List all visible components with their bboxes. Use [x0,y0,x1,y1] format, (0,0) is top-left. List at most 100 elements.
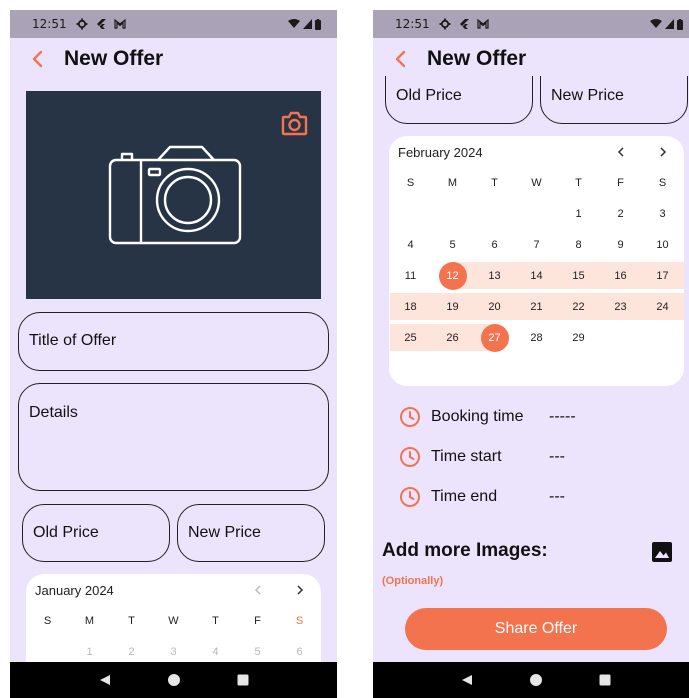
calendar-day[interactable]: 24 [642,291,684,322]
image-icon[interactable] [651,541,673,563]
old-price-input[interactable]: Old Price [22,504,170,562]
day-number: 18 [404,300,417,313]
day-number: W [531,176,542,189]
optional-note: (Optionally) [382,575,444,587]
day-number: W [168,614,179,627]
calendar-day[interactable]: 14 [516,260,558,291]
calendar: February 2024 S M T W T F S 1 2 3 4 5 6 7 8 9 10 11 12 13 14… [389,136,684,386]
calendar-day[interactable]: 21 [516,291,558,322]
nav-home-icon[interactable] [529,674,542,686]
time-start-label: Time start [431,448,502,465]
title-input[interactable]: Title of Offer [18,312,329,371]
calendar-day[interactable]: 17 [642,260,684,291]
page-title: New Offer [427,47,527,70]
nav-home-icon[interactable] [167,674,180,686]
old-price-input[interactable]: Old Price [385,76,533,124]
chevron-right-icon [297,585,304,595]
chevron-right-icon [660,147,667,157]
calendar-day[interactable]: 2 [600,198,642,229]
app-bar: New Offer [373,42,689,76]
back-button[interactable] [381,42,421,76]
day-number: 12 [438,261,467,290]
system-nav-bar [373,662,689,698]
calendar-day[interactable]: 20 [474,291,516,322]
nav-back-icon[interactable] [99,674,111,686]
booking-time-row[interactable]: Booking time ----- [399,406,576,428]
weekday-label: T [558,167,600,198]
day-number: S [658,176,667,189]
day-number: 4 [212,645,219,658]
calendar-day[interactable]: 19 [432,291,474,322]
clock-icon [400,447,420,467]
calendar-day[interactable]: 15 [558,260,600,291]
weekday-label: F [237,605,279,636]
time-start-row[interactable]: Time start --- [399,446,565,468]
camera-icon[interactable] [281,111,308,136]
day-number: 25 [404,331,417,344]
settings-icon [76,18,88,30]
calendar-day[interactable]: 11 [390,260,432,291]
wifi-icon [650,19,662,28]
calendar-day[interactable]: 8 [558,229,600,260]
calendar-day[interactable]: 26 [432,322,474,353]
calendar-day-selected[interactable]: 12 [432,260,474,291]
calendar-day[interactable]: 4 [390,229,432,260]
day-number: S [43,614,52,627]
calendar-day[interactable]: 3 [642,198,684,229]
calendar-day[interactable]: 13 [474,260,516,291]
nav-back-icon[interactable] [461,674,473,686]
day-number: 1 [86,645,93,658]
calendar-day[interactable]: 10 [642,229,684,260]
calendar-day[interactable]: 9 [600,229,642,260]
day-number: 13 [488,269,501,282]
back-button[interactable] [18,42,58,76]
time-end-label: Time end [431,488,498,505]
offer-image-picker[interactable] [26,91,321,299]
day-number: 6 [491,238,498,251]
weekday-label: S [390,167,432,198]
status-bar: 12:51 [10,10,337,38]
calendar-day [600,322,642,353]
calendar-day[interactable]: 18 [390,291,432,322]
day-number: S [406,176,415,189]
calendar-day[interactable]: 28 [516,322,558,353]
gmail-icon [113,18,126,29]
day-number: S [295,614,304,627]
old-price-placeholder: Old Price [396,87,462,104]
day-number: 2 [128,645,135,658]
prev-month-button[interactable] [611,144,631,160]
calendar-day[interactable]: 16 [600,260,642,291]
calendar-day[interactable]: 7 [516,229,558,260]
new-price-input[interactable]: New Price [177,504,325,562]
next-month-button[interactable] [290,582,310,598]
weekday-label: W [153,605,195,636]
calendar-day[interactable]: 22 [558,291,600,322]
signal-icon [303,19,312,29]
next-month-button[interactable] [653,144,673,160]
nav-recents-icon[interactable] [237,674,249,686]
clock-icon [400,487,420,507]
day-number: M [84,614,95,627]
calendar-day[interactable]: 6 [474,229,516,260]
booking-time-value: ----- [549,408,576,425]
calendar-header: January 2024 [26,574,321,606]
back-arrow-icon [32,50,43,68]
weekday-label: T [474,167,516,198]
calendar-day[interactable]: 1 [558,198,600,229]
calendar-day[interactable]: 5 [432,229,474,260]
calendar-day[interactable]: 25 [390,322,432,353]
prev-month-button[interactable] [248,582,268,598]
day-number: 5 [449,238,456,251]
nav-recents-icon[interactable] [599,674,611,686]
time-end-row[interactable]: Time end --- [399,486,565,508]
calendar-week-row: 4 5 6 7 8 9 10 [389,229,684,260]
calendar-day [432,198,474,229]
calendar-day[interactable]: 23 [600,291,642,322]
calendar-day[interactable]: 29 [558,322,600,353]
share-offer-button[interactable]: Share Offer [405,608,667,650]
day-number: 19 [446,300,459,313]
new-price-input[interactable]: New Price [540,76,688,124]
weekday-label: M [432,167,474,198]
calendar-day-selected[interactable]: 27 [474,322,516,353]
details-input[interactable]: Details [18,383,329,491]
